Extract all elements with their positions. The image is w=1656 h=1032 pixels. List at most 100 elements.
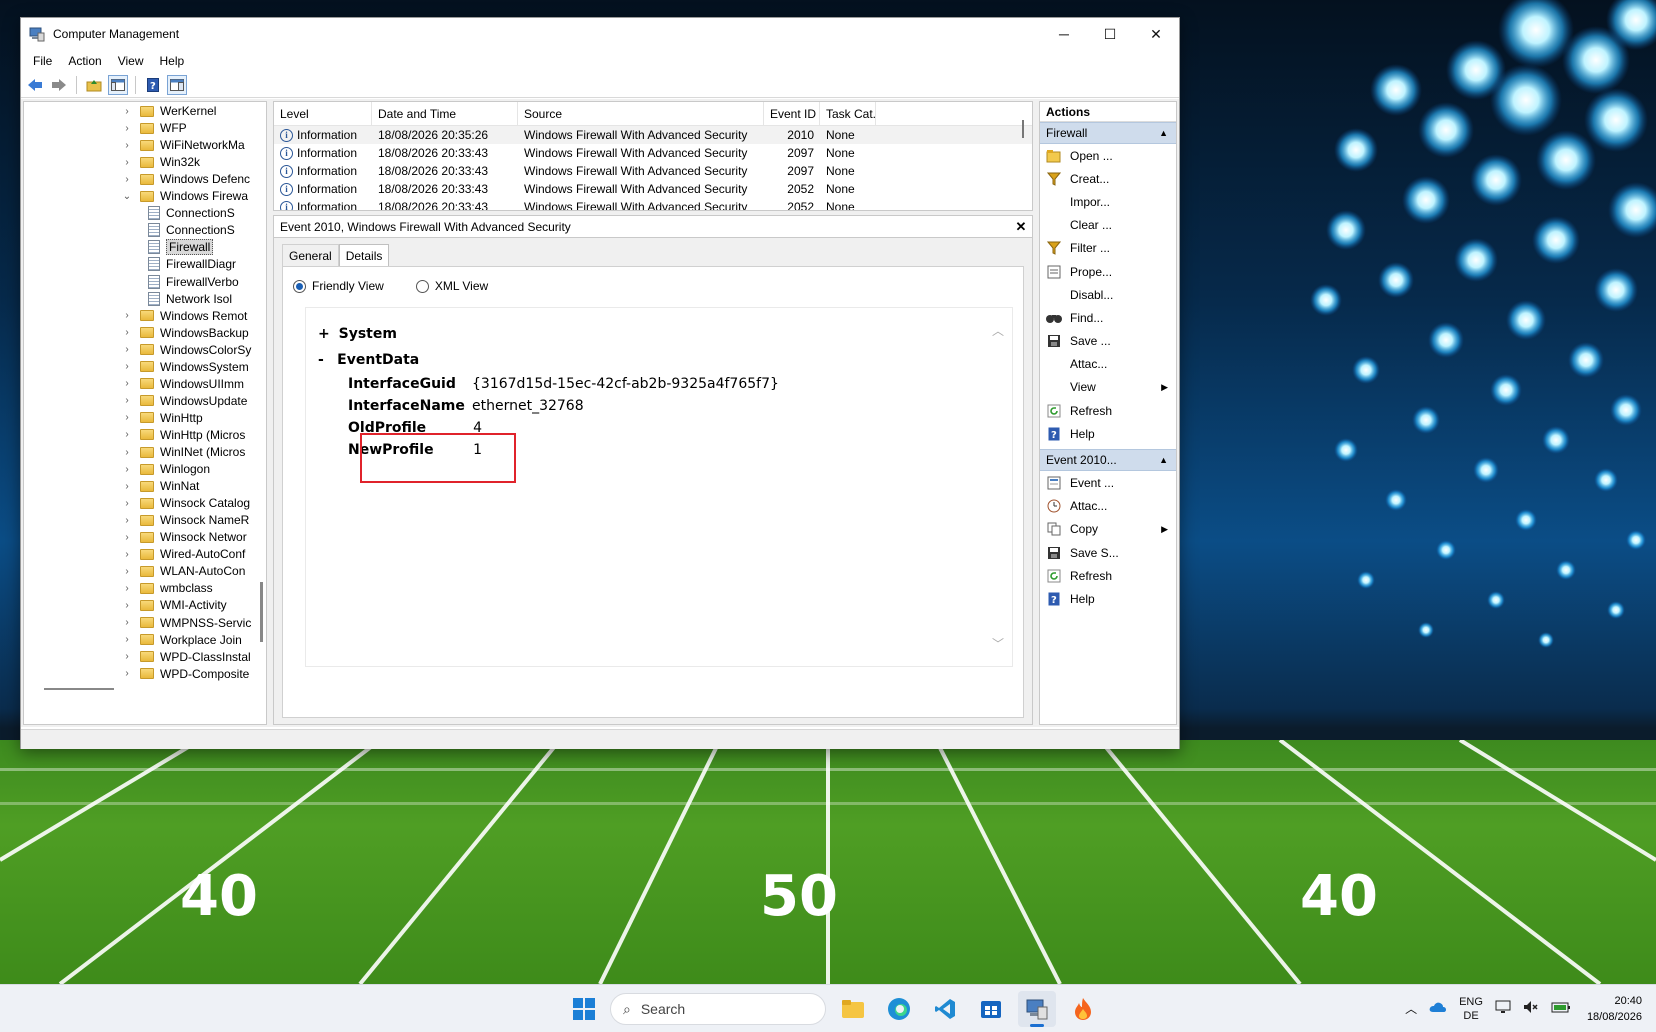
- tree-item[interactable]: ConnectionS: [142, 221, 235, 239]
- tree-item[interactable]: FirewallDiagr: [142, 255, 236, 273]
- action-item[interactable]: Impor...: [1040, 190, 1176, 213]
- expand-chevron-icon[interactable]: ›: [120, 634, 134, 645]
- tree-item[interactable]: › WinINet (Micros: [120, 443, 245, 461]
- action-item[interactable]: Event ...: [1040, 471, 1176, 494]
- tree-item[interactable]: ConnectionS: [142, 204, 235, 222]
- up-folder-button[interactable]: [84, 75, 104, 95]
- store-button[interactable]: [972, 991, 1010, 1027]
- console-tree[interactable]: › WerKernel › WFP › WiFiNetworkMa › Win32k › Wind…: [23, 101, 267, 725]
- help-button[interactable]: ?: [143, 75, 163, 95]
- tree-item[interactable]: › WindowsUpdate: [120, 392, 247, 410]
- show-hide-action-pane-button[interactable]: [167, 74, 187, 95]
- event-row[interactable]: i Information 18/08/2026 20:33:43 Windows F…: [274, 162, 1032, 180]
- tree-item[interactable]: › WerKernel: [120, 102, 216, 120]
- collapse-chevron-icon[interactable]: ⌄: [120, 191, 134, 202]
- tab-details[interactable]: Details: [338, 244, 390, 266]
- expand-chevron-icon[interactable]: ›: [120, 498, 134, 509]
- expand-chevron-icon[interactable]: ›: [120, 549, 134, 560]
- menu-action[interactable]: Action: [60, 54, 109, 68]
- event-row[interactable]: i Information 18/08/2026 20:35:26 Windows F…: [274, 126, 1032, 144]
- expand-chevron-icon[interactable]: ›: [120, 481, 134, 492]
- column-task-category[interactable]: Task Cat...: [820, 102, 876, 126]
- event-list-scrollbar[interactable]: [1022, 120, 1024, 138]
- expand-chevron-icon[interactable]: ›: [120, 566, 134, 577]
- expand-chevron-icon[interactable]: ›: [120, 429, 134, 440]
- expand-chevron-icon[interactable]: ›: [120, 174, 134, 185]
- expand-chevron-icon[interactable]: ›: [120, 123, 134, 134]
- clock[interactable]: 20:40 18/08/2026: [1577, 993, 1656, 1025]
- flame-app-button[interactable]: [1064, 991, 1102, 1027]
- eventdata-collapse-toggle[interactable]: -: [318, 352, 324, 368]
- expand-chevron-icon[interactable]: ›: [120, 515, 134, 526]
- volume-button[interactable]: [1517, 1000, 1545, 1018]
- tree-item[interactable]: › Workplace Join: [120, 631, 242, 649]
- language-indicator[interactable]: ENG DE: [1453, 995, 1489, 1023]
- collapse-up-icon[interactable]: ▲: [1159, 128, 1168, 138]
- expand-chevron-icon[interactable]: ›: [120, 344, 134, 355]
- action-item[interactable]: Save S...: [1040, 541, 1176, 564]
- file-explorer-button[interactable]: [834, 991, 872, 1027]
- computer-management-taskbar-button[interactable]: [1018, 991, 1056, 1027]
- column-level[interactable]: Level: [274, 102, 372, 126]
- tree-item[interactable]: › WinNat: [120, 477, 199, 495]
- tree-item[interactable]: › WinHttp: [120, 409, 202, 427]
- expand-chevron-icon[interactable]: ›: [120, 361, 134, 372]
- scroll-up-icon[interactable]: ︿: [992, 322, 1004, 339]
- show-hide-console-tree-button[interactable]: [108, 74, 128, 95]
- tree-vertical-scrollbar[interactable]: [260, 582, 263, 642]
- tree-item[interactable]: › Windows Defenc: [120, 170, 250, 188]
- action-item[interactable]: Clear ...: [1040, 214, 1176, 237]
- battery-button[interactable]: [1545, 1001, 1577, 1017]
- tree-item[interactable]: › WiFiNetworkMa: [120, 136, 244, 154]
- friendly-view-label[interactable]: Friendly View: [312, 279, 384, 293]
- expand-chevron-icon[interactable]: ›: [120, 310, 134, 321]
- action-item[interactable]: Save ...: [1040, 330, 1176, 353]
- expand-chevron-icon[interactable]: ›: [120, 106, 134, 117]
- show-hidden-icons-button[interactable]: ︿: [1399, 1002, 1423, 1017]
- collapse-up-icon[interactable]: ▲: [1159, 455, 1168, 465]
- action-item[interactable]: Disabl...: [1040, 283, 1176, 306]
- tree-item[interactable]: › WPD-Composite: [120, 665, 249, 683]
- expand-chevron-icon[interactable]: ›: [120, 651, 134, 662]
- expand-chevron-icon[interactable]: ›: [120, 157, 134, 168]
- expand-chevron-icon[interactable]: ›: [120, 378, 134, 389]
- network-button[interactable]: [1489, 1000, 1517, 1018]
- tree-item[interactable]: › Winsock NameR: [120, 511, 249, 529]
- tree-item[interactable]: › Win32k: [120, 153, 200, 171]
- event-row[interactable]: i Information 18/08/2026 20:33:43 Windows F…: [274, 198, 1032, 210]
- action-item[interactable]: ? Help: [1040, 587, 1176, 610]
- column-source[interactable]: Source: [518, 102, 764, 126]
- actions-section-firewall[interactable]: Firewall ▲: [1040, 122, 1176, 144]
- system-expand-toggle[interactable]: +: [318, 326, 330, 342]
- maximize-button[interactable]: ☐: [1087, 18, 1133, 50]
- tree-item[interactable]: › WinHttp (Micros: [120, 426, 245, 444]
- tree-item[interactable]: Firewall: [142, 238, 214, 256]
- tree-item[interactable]: › Windows Remot: [120, 307, 247, 325]
- tree-item[interactable]: › Winsock Catalog: [120, 494, 250, 512]
- action-item[interactable]: Prope...: [1040, 260, 1176, 283]
- expand-chevron-icon[interactable]: ›: [120, 140, 134, 151]
- action-item[interactable]: Filter ...: [1040, 237, 1176, 260]
- tree-item[interactable]: › wmbclass: [120, 579, 212, 597]
- system-node[interactable]: + System: [318, 326, 397, 342]
- close-detail-button[interactable]: ✕: [1010, 219, 1032, 235]
- scroll-down-icon[interactable]: ﹀: [992, 635, 1004, 652]
- tree-item[interactable]: › WPD-ClassInstal: [120, 648, 250, 666]
- column-event-id[interactable]: Event ID: [764, 102, 820, 126]
- tree-item[interactable]: › WindowsUIImm: [120, 375, 244, 393]
- tree-item[interactable]: › WindowsColorSy: [120, 341, 251, 359]
- tree-item[interactable]: › WFP: [120, 119, 186, 137]
- back-button[interactable]: [25, 75, 45, 95]
- tree-item[interactable]: › WindowsSystem: [120, 358, 248, 376]
- event-row[interactable]: i Information 18/08/2026 20:33:43 Windows F…: [274, 180, 1032, 198]
- xml-view-label[interactable]: XML View: [435, 279, 488, 293]
- expand-chevron-icon[interactable]: ›: [120, 447, 134, 458]
- action-item[interactable]: Creat...: [1040, 167, 1176, 190]
- title-bar[interactable]: Computer Management ─ ☐ ✕: [21, 18, 1179, 50]
- tree-item[interactable]: › WLAN-AutoCon: [120, 562, 245, 580]
- tree-item[interactable]: › Winlogon: [120, 460, 210, 478]
- minimize-button[interactable]: ─: [1041, 18, 1087, 50]
- tree-item[interactable]: ⌄ Windows Firewa: [120, 187, 248, 205]
- action-item[interactable]: Open ...: [1040, 144, 1176, 167]
- friendly-view-radio[interactable]: [293, 279, 306, 293]
